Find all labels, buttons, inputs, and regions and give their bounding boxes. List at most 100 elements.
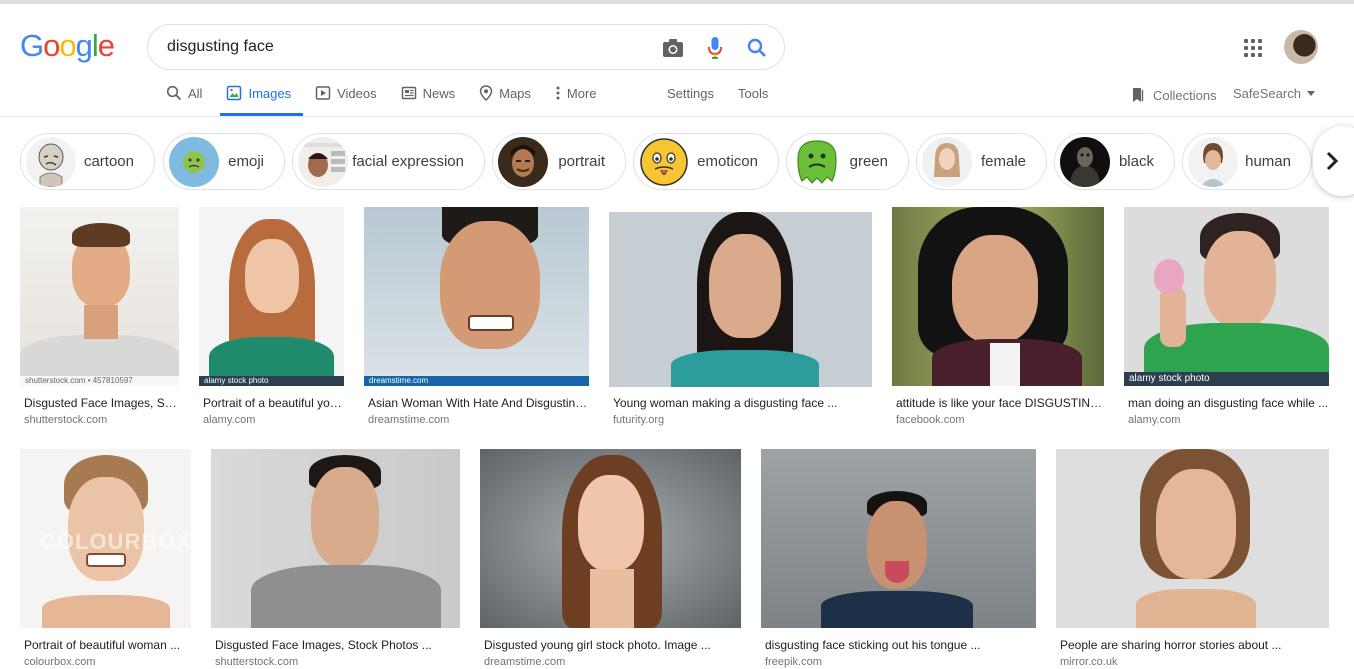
result-title[interactable]: Portrait of a beautiful young ... bbox=[203, 396, 344, 410]
chip-emoji[interactable]: emoji bbox=[163, 133, 285, 190]
search-icon[interactable] bbox=[745, 36, 769, 60]
mic-icon[interactable] bbox=[703, 36, 727, 60]
result-thumbnail[interactable] bbox=[480, 449, 741, 628]
tab-all[interactable]: All bbox=[166, 80, 202, 116]
result-title[interactable]: Young woman making a disgusting face ... bbox=[613, 396, 872, 410]
result-thumbnail[interactable] bbox=[1056, 449, 1329, 628]
chip-thumbnail bbox=[298, 137, 348, 187]
logo-letter: o bbox=[59, 28, 76, 63]
watermark: alamy stock photo bbox=[199, 376, 344, 386]
result-thumbnail[interactable]: alamy stock photo bbox=[199, 207, 344, 386]
header-divider bbox=[0, 116, 1354, 117]
image-icon bbox=[227, 85, 242, 101]
tab-maps[interactable]: Maps bbox=[479, 80, 531, 116]
result-thumbnail[interactable]: alamy stock photo bbox=[1124, 207, 1329, 386]
search-box[interactable] bbox=[147, 24, 785, 70]
chip-human[interactable]: human bbox=[1182, 133, 1312, 190]
result-thumbnail[interactable]: dreamstime.com bbox=[364, 207, 589, 386]
result-title[interactable]: man doing an disgusting face while ... bbox=[1128, 396, 1329, 410]
result-source[interactable]: shutterstock.com bbox=[24, 414, 107, 426]
result-title[interactable]: Disgusted Face Images, Stock Photos ... bbox=[24, 396, 179, 410]
image-result[interactable]: alamy stock photo Portrait of a beautifu… bbox=[199, 207, 344, 427]
search-icon bbox=[166, 85, 182, 101]
result-title[interactable]: Disgusted young girl stock photo. Image … bbox=[484, 638, 741, 652]
chip-thumbnail bbox=[792, 137, 842, 187]
watermark: dreamstime.com bbox=[364, 376, 589, 386]
map-pin-icon bbox=[479, 85, 493, 101]
chip-emoticon[interactable]: emoticon bbox=[633, 133, 779, 190]
result-source[interactable]: mirror.co.uk bbox=[1060, 656, 1117, 668]
chip-thumbnail bbox=[922, 137, 972, 187]
result-thumbnail[interactable] bbox=[609, 212, 872, 387]
tab-videos[interactable]: Videos bbox=[315, 80, 377, 116]
chip-facial-expression[interactable]: facial expression bbox=[292, 133, 485, 190]
tab-label: More bbox=[566, 86, 597, 101]
chip-thumbnail bbox=[1060, 137, 1110, 187]
tab-images[interactable]: Images bbox=[220, 80, 303, 116]
logo-letter: e bbox=[97, 28, 115, 63]
image-result[interactable]: shutterstock.com • 457810597 Disgusted F… bbox=[20, 207, 179, 427]
chip-cartoon[interactable]: cartoon bbox=[20, 133, 155, 190]
result-thumbnail[interactable]: COLOURBOX bbox=[20, 449, 191, 628]
image-result[interactable]: Disgusted Face Images, Stock Photos ... … bbox=[211, 449, 460, 669]
image-result[interactable]: alamy stock photo man doing an disgustin… bbox=[1124, 207, 1329, 427]
chip-label: female bbox=[980, 153, 1026, 170]
chips-next-button[interactable] bbox=[1313, 126, 1354, 196]
result-thumbnail[interactable] bbox=[892, 207, 1104, 386]
apps-grid-icon[interactable] bbox=[1241, 36, 1265, 60]
result-source[interactable]: facebook.com bbox=[896, 414, 964, 426]
chip-label: facial expression bbox=[352, 153, 464, 170]
camera-icon[interactable] bbox=[661, 36, 685, 60]
chip-thumbnail bbox=[639, 137, 689, 187]
watermark: COLOURBOX bbox=[40, 529, 191, 554]
result-title[interactable]: Portrait of beautiful woman ... bbox=[24, 638, 191, 652]
tab-news[interactable]: News bbox=[401, 80, 455, 116]
result-source[interactable]: shutterstock.com bbox=[215, 656, 298, 668]
watermark: shutterstock.com • 457810597 bbox=[20, 376, 179, 386]
news-icon bbox=[401, 86, 416, 100]
chip-portrait[interactable]: portrait bbox=[492, 133, 626, 190]
chip-green[interactable]: green bbox=[786, 133, 909, 190]
chevron-right-icon bbox=[1326, 151, 1339, 171]
google-logo[interactable]: Google bbox=[20, 28, 115, 64]
result-source[interactable]: alamy.com bbox=[203, 414, 255, 426]
result-source[interactable]: freepik.com bbox=[765, 656, 822, 668]
chip-female[interactable]: female bbox=[916, 133, 1047, 190]
tab-label: Images bbox=[248, 86, 292, 101]
result-source[interactable]: colourbox.com bbox=[24, 656, 96, 668]
tools-link[interactable]: Tools bbox=[738, 86, 768, 101]
chip-thumbnail bbox=[169, 137, 219, 187]
chip-thumbnail bbox=[26, 137, 76, 187]
result-source[interactable]: dreamstime.com bbox=[368, 414, 449, 426]
watermark: alamy stock photo bbox=[1124, 372, 1329, 386]
result-title[interactable]: disgusting face sticking out his tongue … bbox=[765, 638, 1036, 652]
result-thumbnail[interactable] bbox=[761, 449, 1036, 628]
image-result[interactable]: dreamstime.com Asian Woman With Hate And… bbox=[364, 207, 589, 427]
image-result[interactable]: Disgusted young girl stock photo. Image … bbox=[480, 449, 741, 669]
chip-black[interactable]: black bbox=[1054, 133, 1175, 190]
chip-thumbnail bbox=[498, 137, 548, 187]
result-source[interactable]: dreamstime.com bbox=[484, 656, 565, 668]
result-title[interactable]: Asian Woman With Hate And Disgusting ... bbox=[368, 396, 589, 410]
result-thumbnail[interactable]: shutterstock.com • 457810597 bbox=[20, 207, 179, 386]
chip-label: green bbox=[849, 153, 888, 170]
image-result[interactable]: COLOURBOX Portrait of beautiful woman ..… bbox=[20, 449, 191, 669]
result-title[interactable]: People are sharing horror stories about … bbox=[1060, 638, 1329, 652]
search-input[interactable] bbox=[167, 35, 637, 59]
image-result[interactable]: attitude is like your face DISGUSTING ..… bbox=[892, 207, 1104, 427]
logo-letter: o bbox=[43, 28, 60, 63]
settings-link[interactable]: Settings bbox=[667, 86, 714, 101]
result-title[interactable]: Disgusted Face Images, Stock Photos ... bbox=[215, 638, 460, 652]
tab-more[interactable]: More bbox=[555, 80, 597, 116]
account-avatar[interactable] bbox=[1284, 30, 1318, 64]
result-title[interactable]: attitude is like your face DISGUSTING ..… bbox=[896, 396, 1104, 410]
image-result[interactable]: Young woman making a disgusting face ...… bbox=[609, 207, 872, 427]
result-thumbnail[interactable] bbox=[211, 449, 460, 628]
tab-label: All bbox=[188, 86, 203, 101]
result-source[interactable]: futurity.org bbox=[613, 414, 664, 426]
safesearch-dropdown[interactable]: SafeSearch bbox=[1233, 86, 1315, 101]
image-result[interactable]: disgusting face sticking out his tongue … bbox=[761, 449, 1036, 669]
image-result[interactable]: People are sharing horror stories about … bbox=[1056, 449, 1329, 669]
result-source[interactable]: alamy.com bbox=[1128, 414, 1180, 426]
collections-link[interactable]: Collections bbox=[1130, 86, 1217, 104]
